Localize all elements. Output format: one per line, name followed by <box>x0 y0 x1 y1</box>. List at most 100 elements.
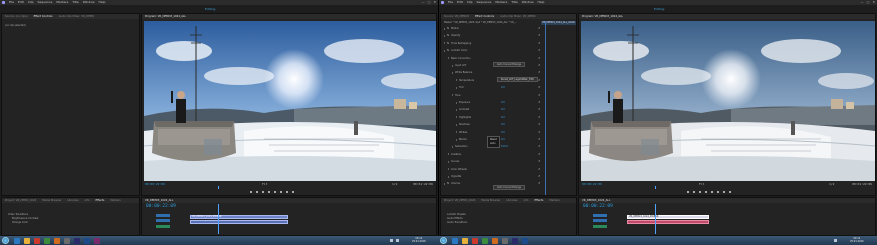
taskbar-app-icon-premiere[interactable] <box>512 237 518 244</box>
taskbar-app-icon-ie[interactable] <box>452 237 458 244</box>
step-back-icon[interactable] <box>699 190 701 193</box>
ec-row[interactable]: Exposure 0.0 ↺ <box>444 101 574 104</box>
reset-icon[interactable]: ↺ <box>538 138 540 141</box>
expand-triangle-icon[interactable] <box>456 138 457 141</box>
program-timecode-current[interactable]: 00:00:22:09 <box>582 182 602 186</box>
expand-triangle-icon[interactable] <box>448 153 449 156</box>
fit-select[interactable]: Fit <box>699 182 704 186</box>
effects-item-video-transitions[interactable]: Video Transitions <box>8 213 28 216</box>
taskbar-app-icon-photoshop[interactable] <box>84 237 90 244</box>
program-video-frame[interactable] <box>581 21 875 181</box>
ec-row[interactable]: Color Wheels ↺ <box>444 168 574 171</box>
taskbar-app-icon-ie[interactable] <box>14 237 20 244</box>
track-v2-header[interactable] <box>593 219 607 222</box>
menu-clip[interactable]: Clip <box>467 0 473 5</box>
tab-libraries[interactable]: Libraries <box>506 199 517 202</box>
ec-row[interactable]: Contrast 0.0 ↺ <box>444 108 574 111</box>
menu-title[interactable]: Title <box>72 0 78 5</box>
tab-effects[interactable]: Effects <box>535 199 544 202</box>
reset-icon[interactable]: ↺ <box>538 34 540 37</box>
reset-icon[interactable]: ↺ <box>538 160 540 163</box>
expand-triangle-icon[interactable] <box>456 131 457 134</box>
expand-triangle-icon[interactable] <box>452 94 453 97</box>
taskbar-app-icon-explorer[interactable] <box>24 237 30 244</box>
taskbar-app-icon-gray[interactable] <box>502 237 508 244</box>
resolution-select[interactable]: 1/2 <box>392 182 397 186</box>
expand-triangle-icon[interactable] <box>448 57 449 60</box>
tab-source[interactable]: Source: (no clips) <box>5 15 28 18</box>
tab-sequence[interactable]: VR_DEMO3_1024_ALL <box>582 199 610 202</box>
tab-markers[interactable]: Markers <box>110 199 120 202</box>
extract-icon[interactable] <box>723 190 725 193</box>
bottom-auto-convert-button[interactable]: Auto Convert Range <box>493 185 526 190</box>
fx-toggle-icon[interactable]: fx <box>447 34 449 37</box>
ec-row-value[interactable]: 0.0 <box>501 101 505 104</box>
ec-row[interactable]: Whites 0.0 ↺ <box>444 131 574 134</box>
ec-row[interactable]: Highlights 0.0 ↺ <box>444 116 574 119</box>
minimize-icon[interactable]: — <box>422 0 425 5</box>
taskbar-app-icon-gray[interactable] <box>64 237 70 244</box>
menu-title[interactable]: Title <box>511 0 517 5</box>
tray-volume-icon[interactable] <box>396 238 399 242</box>
mark-out-icon[interactable] <box>693 190 695 193</box>
tab-project[interactable]: Project: VR_DEMO_1024 <box>5 199 36 202</box>
program-timecode-current[interactable]: 00:00:22:09 <box>145 182 165 186</box>
tab-effect-controls[interactable]: Effect Controls <box>34 15 53 18</box>
ec-row[interactable]: Saturation 100.0 ↺ <box>444 145 574 148</box>
menu-clip[interactable]: Clip <box>28 0 34 5</box>
effects-item-brightness-contrast[interactable]: Brightness & Contrast <box>12 217 38 220</box>
reset-icon[interactable]: ↺ <box>538 27 540 30</box>
timeline-playhead[interactable] <box>655 204 656 234</box>
fx-toggle-icon[interactable]: fx <box>447 182 449 185</box>
tray-clock[interactable]: 09:12 25.01.2016 <box>412 237 426 243</box>
reset-icon[interactable]: ↺ <box>538 131 540 134</box>
video-clip-lower[interactable] <box>627 220 709 224</box>
mark-out-icon[interactable] <box>256 190 258 193</box>
tab-info[interactable]: Info <box>85 199 90 202</box>
reset-icon[interactable]: ↺ <box>538 49 540 52</box>
reset-icon[interactable]: ↺ <box>538 168 540 171</box>
ec-row-value[interactable]: 0.0 <box>501 123 505 126</box>
workspace-tab-editing[interactable]: Editing <box>205 7 215 11</box>
video-clip-lower[interactable] <box>190 220 288 224</box>
expand-triangle-icon[interactable] <box>444 42 445 45</box>
tray-clock-right[interactable]: 09:12 25.01.2016 <box>850 237 864 243</box>
tab-project[interactable]: Project: VR_DEMO_1024 <box>444 199 475 202</box>
lift-icon[interactable] <box>280 190 282 193</box>
ec-row-value[interactable]: 0.0 <box>501 138 505 141</box>
ec-row-value[interactable]: 0.0 <box>501 86 505 89</box>
ec-row[interactable]: Shadows 0.0 ↺ <box>444 123 574 126</box>
mark-in-icon[interactable] <box>250 190 252 193</box>
ec-row[interactable]: White Balance ↺ <box>444 71 574 74</box>
ec-row-value[interactable]: 0.0 <box>501 131 505 134</box>
ec-row-value[interactable]: 0.0 <box>501 108 505 111</box>
fx-toggle-icon[interactable]: fx <box>447 27 449 30</box>
tray-network-icon[interactable] <box>390 238 393 242</box>
taskbar-app-icon-media[interactable] <box>472 237 478 244</box>
step-forward-icon[interactable] <box>711 190 713 193</box>
mark-in-icon[interactable] <box>687 190 689 193</box>
tab-audio-clip-mixer[interactable]: Audio Clip Mixer: VR_DEMO <box>500 15 535 18</box>
timeline-timecode[interactable]: 00:00:22:09 <box>146 204 176 209</box>
expand-triangle-icon[interactable] <box>456 101 457 104</box>
expand-triangle-icon[interactable] <box>444 27 445 30</box>
ec-row[interactable]: Creative ↺ <box>444 153 574 156</box>
menu-window[interactable]: Window <box>522 0 534 5</box>
track-v1-header[interactable] <box>593 214 607 217</box>
fx-toggle-icon[interactable]: fx <box>447 49 449 52</box>
tab-program[interactable]: Program: VR_DEMO3_1024_ALL <box>582 15 623 18</box>
expand-triangle-icon[interactable] <box>444 49 445 52</box>
maximize-icon[interactable]: □ <box>428 0 431 5</box>
minimize-icon[interactable]: — <box>861 0 864 5</box>
extract-icon[interactable] <box>286 190 288 193</box>
close-icon[interactable]: ✕ <box>872 0 875 5</box>
track-a1-header[interactable] <box>156 225 170 228</box>
expand-triangle-icon[interactable] <box>456 116 457 119</box>
export-frame-icon[interactable] <box>292 190 294 193</box>
menu-edit[interactable]: Edit <box>457 0 463 5</box>
taskbar-app-icon-green[interactable] <box>44 237 50 244</box>
ec-row[interactable]: Tint 0.0 ↺ <box>444 86 574 89</box>
expand-triangle-icon[interactable] <box>456 86 457 89</box>
reset-icon[interactable]: ↺ <box>538 42 540 45</box>
effects-item-audio-transitions[interactable]: Audio Transitions <box>447 221 467 224</box>
